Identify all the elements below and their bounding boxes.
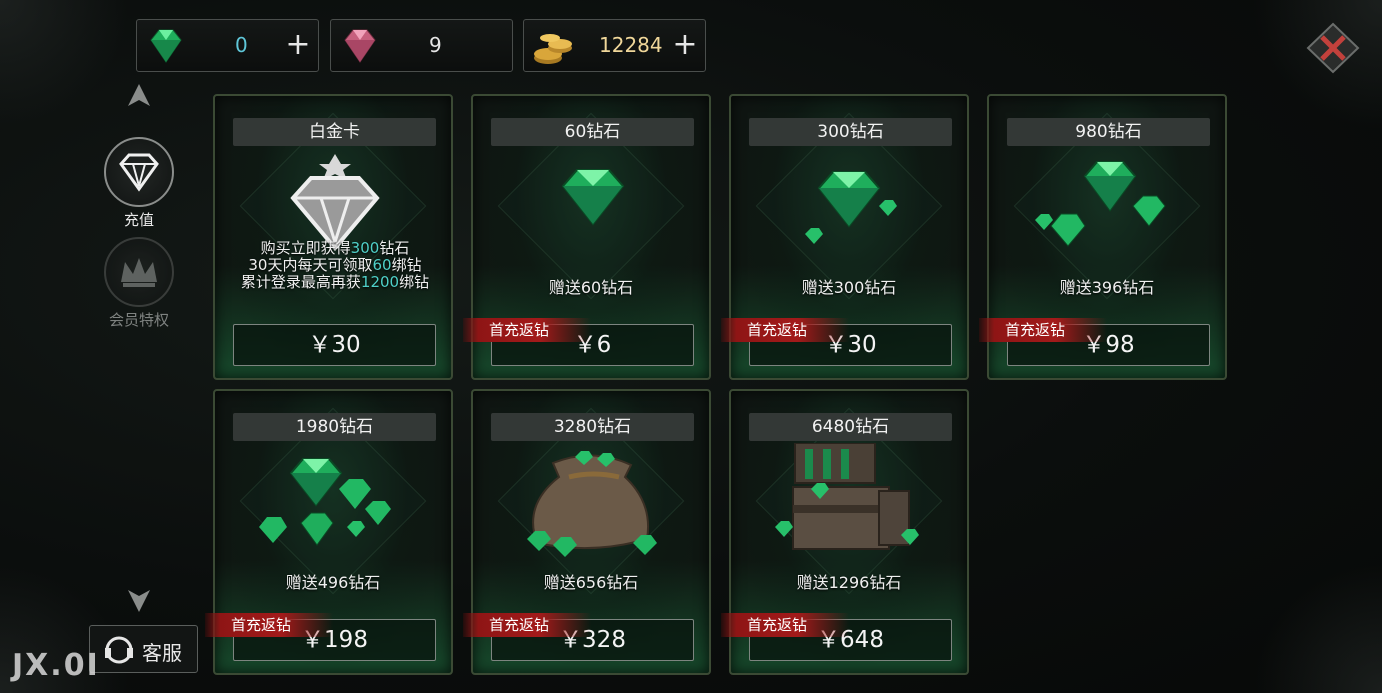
currency-pink-diamond: 9 (330, 19, 513, 72)
currency-green-diamond: 0 + (136, 19, 319, 72)
product-card-60[interactable]: 60钻石 赠送60钻石 首充返钻 ￥6 (463, 94, 711, 380)
scroll-down-arrow-icon[interactable] (124, 584, 154, 614)
product-title: 白金卡 (233, 118, 436, 146)
bonus-text: 赠送656钻石 (543, 573, 639, 592)
product-title: 3280钻石 (491, 413, 694, 441)
product-card-300[interactable]: 300钻石 赠送300钻石 首充返钻 ￥30 (721, 94, 969, 380)
gold-coin-count: 12284 (599, 33, 663, 57)
product-card-platinum[interactable]: 白金卡 购买立即获得300钻石 30天内每天可领取60绑钻 累计登录最高再获12… (213, 94, 453, 380)
platinum-card-description: 购买立即获得300钻石 30天内每天可领取60绑钻 累计登录最高再获1200绑钻 (229, 240, 441, 291)
treasure-chest-icon (775, 443, 919, 550)
add-green-diamond-button[interactable]: + (284, 30, 312, 60)
gold-coin-icon (534, 34, 572, 64)
first-recharge-ribbon: 首充返钻 (205, 613, 333, 637)
product-title: 980钻石 (1007, 118, 1210, 146)
watermark-logo: JX.0I (12, 648, 100, 683)
desc-line: 购买立即获得300钻石 (260, 239, 410, 257)
pink-diamond-count: 9 (429, 33, 442, 57)
pink-diamond-icon (344, 29, 376, 63)
first-recharge-ribbon: 首充返钻 (721, 318, 849, 342)
product-title: 300钻石 (749, 118, 952, 146)
bonus-text: 赠送396钻石 (1059, 278, 1155, 297)
scroll-up-arrow-icon[interactable] (124, 82, 154, 112)
emerald-gem-icon (561, 169, 625, 226)
crown-icon (121, 258, 157, 287)
customer-service-label: 客服 (142, 641, 182, 665)
currency-gold-coin: 12284 + (523, 19, 706, 72)
ornament-corner-bottom-right (1242, 553, 1382, 693)
nav-recharge-label: 充值 (123, 211, 154, 229)
first-recharge-ribbon: 首充返钻 (463, 318, 591, 342)
first-recharge-ribbon: 首充返钻 (979, 318, 1107, 342)
gem-sack-icon (527, 451, 657, 557)
product-card-3280[interactable]: 3280钻石 赠送656钻石 首充返钻 ￥328 (463, 389, 711, 675)
emerald-gems-small-pile-icon (805, 171, 897, 244)
customer-service-button[interactable]: 客服 (89, 625, 198, 673)
nav-vip-privilege-label: 会员特权 (108, 311, 169, 329)
product-title: 1980钻石 (233, 413, 436, 441)
product-title: 60钻石 (491, 118, 694, 146)
emerald-gems-pile-icon (1035, 161, 1166, 247)
desc-line: 累计登录最高再获1200绑钻 (240, 273, 430, 291)
bonus-text: 赠送496钻石 (285, 573, 381, 592)
desc-line: 30天内每天可领取60绑钻 (248, 256, 422, 274)
green-diamond-icon (150, 29, 182, 63)
nav-vip-privilege[interactable]: 会员特权 (101, 237, 177, 330)
price-button[interactable]: ￥30 (233, 324, 436, 366)
product-card-1980[interactable]: 1980钻石 赠送496钻石 首充返钻 ￥198 (205, 389, 453, 675)
headset-icon (105, 636, 133, 664)
bonus-text: 赠送300钻石 (801, 278, 897, 297)
nav-recharge[interactable]: 充值 (101, 137, 177, 230)
first-recharge-ribbon: 首充返钻 (721, 613, 849, 637)
diamond-icon (119, 153, 159, 192)
ornament-corner-top-left (0, 0, 140, 140)
first-recharge-ribbon: 首充返钻 (463, 613, 591, 637)
product-title: 6480钻石 (749, 413, 952, 441)
emerald-gems-heap-icon (259, 458, 391, 546)
product-card-6480[interactable]: 6480钻石 赠送1296钻石 首充返钻 ￥648 (721, 389, 969, 675)
green-diamond-count: 0 (235, 33, 248, 57)
product-card-980[interactable]: 980钻石 赠送396钻石 首充返钻 ￥98 (979, 94, 1227, 380)
add-gold-coin-button[interactable]: + (671, 30, 699, 60)
bonus-text: 赠送1296钻石 (796, 573, 902, 592)
bonus-text: 赠送60钻石 (548, 278, 634, 297)
close-icon[interactable] (1306, 22, 1360, 74)
